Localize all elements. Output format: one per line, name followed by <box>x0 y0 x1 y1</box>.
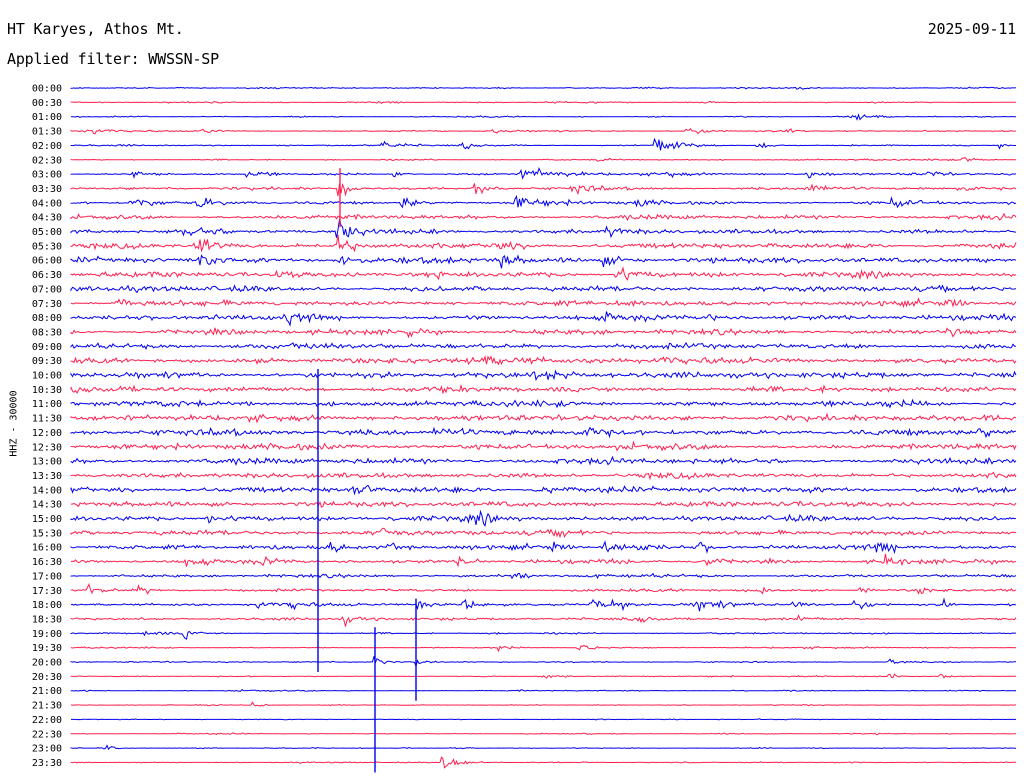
trace-row-0700 <box>70 284 1017 294</box>
row-tick-label: 21:00 <box>32 686 62 697</box>
trace-row-0630 <box>70 266 1017 281</box>
helicorder-plot: 00:00 00:30 01:00 01:30 02:00 02:30 03:00 03:30… <box>32 84 1017 773</box>
row-tick-label: 08:30 <box>32 327 62 338</box>
trace-row-2330 <box>70 756 1017 769</box>
trace-row-1900 <box>70 630 1017 640</box>
row-tick-label: 09:30 <box>32 356 62 367</box>
trace-row-0200 <box>70 137 1017 151</box>
trace-row-0300 <box>70 166 1017 180</box>
row-tick-label: 14:30 <box>32 500 62 511</box>
row-tick-label: 22:30 <box>32 729 62 740</box>
row-tick-label: 12:00 <box>32 428 62 439</box>
row-tick-label: 16:00 <box>32 543 62 554</box>
trace-row-2130 <box>70 701 1017 707</box>
row-tick-label: 08:00 <box>32 313 62 324</box>
row-tick-label: 11:30 <box>32 414 62 425</box>
trace-row-2030 <box>70 673 1016 679</box>
row-tick-label: 16:30 <box>32 557 62 568</box>
row-tick-label: 13:00 <box>32 457 62 468</box>
trace-row-0500 <box>70 219 1017 239</box>
row-tick-label: 07:00 <box>32 284 62 295</box>
trace-row-0800 <box>70 311 1017 327</box>
row-tick-label: 02:30 <box>32 155 62 166</box>
row-tick-label: 19:30 <box>32 643 62 654</box>
trace-row-1330 <box>70 471 1017 481</box>
row-tick-label: 19:00 <box>32 629 62 640</box>
trace-row-0530 <box>70 234 1017 253</box>
trace-row-2300 <box>70 744 1017 751</box>
trace-row-1700 <box>70 572 1017 580</box>
row-tick-label: 04:00 <box>32 198 62 209</box>
row-tick-label: 11:00 <box>32 399 62 410</box>
row-tick-label: 01:00 <box>32 112 62 123</box>
row-tick-label: 07:30 <box>32 299 62 310</box>
row-tick-label: 15:00 <box>32 514 62 525</box>
trace-row-0000 <box>70 86 1017 90</box>
row-tick-label: 17:00 <box>32 571 62 582</box>
row-tick-label: 09:00 <box>32 342 62 353</box>
row-tick-label: 22:00 <box>32 715 62 726</box>
trace-row-0230 <box>70 157 1016 163</box>
trace-row-0100 <box>71 113 1016 121</box>
row-tick-label: 23:00 <box>32 744 62 755</box>
row-tick-label: 04:30 <box>32 213 62 224</box>
trace-row-1730 <box>70 583 1017 595</box>
trace-row-0400 <box>70 194 1017 209</box>
row-tick-label: 06:30 <box>32 270 62 281</box>
trace-row-0130 <box>70 127 1016 135</box>
trace-row-1230 <box>70 440 1017 452</box>
row-tick-label: 21:30 <box>32 701 62 712</box>
row-tick-label: 00:00 <box>32 84 62 95</box>
row-tick-label: 02:00 <box>32 141 62 152</box>
trace-row-1530 <box>70 527 1017 539</box>
trace-row-0430 <box>70 212 1017 222</box>
trace-row-1100 <box>70 398 1017 409</box>
trace-row-0900 <box>70 342 1017 351</box>
row-tick-label: 18:30 <box>32 614 62 625</box>
trace-row-1400 <box>70 484 1017 496</box>
row-tick-label: 05:00 <box>32 227 62 238</box>
row-tick-label: 03:00 <box>32 170 62 181</box>
trace-row-1200 <box>70 426 1017 439</box>
trace-row-2200 <box>71 718 1017 721</box>
row-tick-label: 03:30 <box>32 184 62 195</box>
trace-row-1300 <box>70 455 1017 467</box>
row-tick-label: 05:30 <box>32 241 62 252</box>
row-tick-label: 06:00 <box>32 256 62 267</box>
trace-row-0830 <box>70 327 1017 339</box>
row-tick-label: 13:30 <box>32 471 62 482</box>
trace-row-0330 <box>70 182 1017 197</box>
row-tick-label: 15:30 <box>32 528 62 539</box>
row-tick-label: 20:00 <box>32 658 62 669</box>
trace-row-0600 <box>70 254 1017 269</box>
row-tick-label: 17:30 <box>32 586 62 597</box>
trace-row-1000 <box>70 369 1017 382</box>
trace-row-1830 <box>70 614 1017 627</box>
trace-row-1630 <box>70 553 1017 568</box>
trace-row-2000 <box>70 656 1017 668</box>
trace-row-1800 <box>70 597 1017 612</box>
trace-row-0930 <box>70 354 1017 366</box>
trace-row-0730 <box>70 297 1017 309</box>
trace-row-1930 <box>70 644 1017 653</box>
row-tick-label: 20:30 <box>32 672 62 683</box>
row-tick-label: 01:30 <box>32 127 62 138</box>
row-tick-label: 00:30 <box>32 98 62 109</box>
trace-row-1500 <box>70 509 1017 528</box>
trace-row-0030 <box>70 100 1016 105</box>
trace-row-1600 <box>70 540 1017 555</box>
trace-row-1030 <box>70 383 1017 395</box>
row-tick-label: 23:30 <box>32 758 62 769</box>
row-tick-label: 10:00 <box>32 371 62 382</box>
row-tick-label: 10:30 <box>32 385 62 396</box>
row-tick-label: 12:30 <box>32 442 62 453</box>
trace-row-1130 <box>70 412 1017 424</box>
trace-row-2230 <box>70 732 1017 736</box>
trace-row-1430 <box>71 500 1017 509</box>
row-tick-label: 14:00 <box>32 485 62 496</box>
row-tick-label: 18:00 <box>32 600 62 611</box>
trace-row-2100 <box>70 688 1017 693</box>
